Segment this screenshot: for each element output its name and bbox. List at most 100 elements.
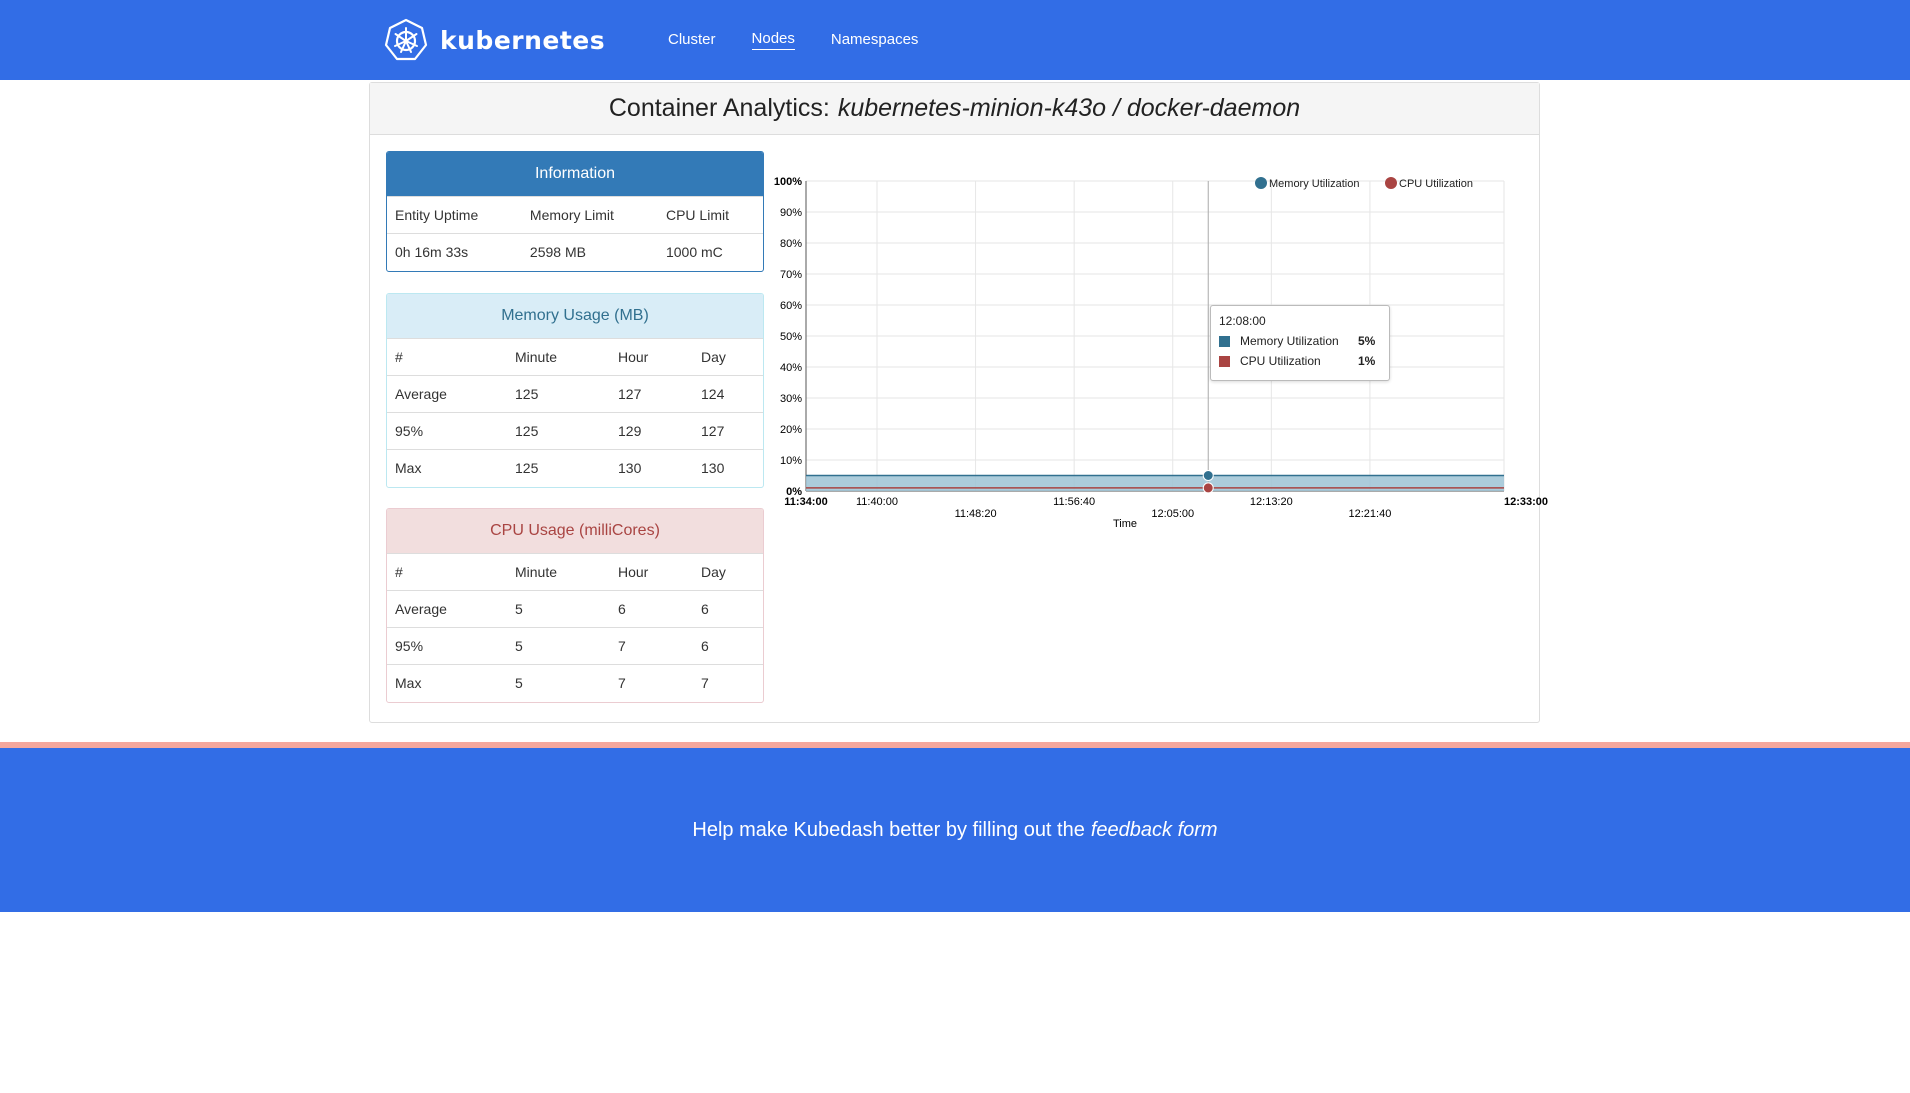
table-row: Entity Uptime Memory Limit CPU Limit bbox=[387, 196, 763, 234]
title-prefix: Container Analytics: bbox=[608, 94, 830, 122]
title-entity: kubernetes-minion-k43o / docker-daemon bbox=[837, 94, 1301, 122]
table-cell: 5 bbox=[507, 590, 610, 628]
brand[interactable]: kubernetes bbox=[384, 18, 605, 62]
table-cell: 130 bbox=[693, 449, 763, 487]
cpu-swatch-icon bbox=[1219, 355, 1230, 367]
table-row: 0h 16m 33s 2598 MB 1000 mC bbox=[387, 233, 763, 271]
y-tick-label: 40% bbox=[780, 362, 802, 374]
cpu-usage-heading: CPU Usage (milliCores) bbox=[387, 509, 763, 553]
table-cell: 1000 mC bbox=[657, 233, 763, 271]
utilization-chart[interactable]: 0% 10% 20% 30% 40% 50% 60% 70% 80% 90% 100% 11:34:0… bbox=[763, 149, 1548, 549]
x-axis-label: Time bbox=[1113, 518, 1137, 530]
table-cell: 6 bbox=[610, 590, 693, 628]
page-title: Container Analytics: kubernetes-minion-k… bbox=[370, 83, 1539, 135]
y-tick-label: 50% bbox=[780, 331, 802, 343]
x-tick-label: 12:33:00 bbox=[1504, 496, 1548, 508]
series-area-memory bbox=[806, 475, 1504, 491]
table-cell: Average bbox=[387, 590, 507, 628]
information-heading: Information bbox=[387, 152, 763, 196]
feedback-form-link[interactable]: feedback form bbox=[1091, 819, 1218, 842]
tooltip-time: 12:08:00 bbox=[1219, 314, 1266, 328]
table-header-cell: Day bbox=[693, 338, 763, 376]
table-header-cell: Memory Limit bbox=[521, 196, 658, 234]
y-tick-label: 80% bbox=[780, 238, 802, 250]
table-cell: 130 bbox=[610, 449, 693, 487]
cpu-usage-table: CPU Usage (milliCores) # Minute Hour Day… bbox=[386, 508, 764, 703]
table-row: Max 125 130 130 bbox=[387, 449, 763, 487]
table-cell: 6 bbox=[693, 627, 763, 665]
y-tick-label: 10% bbox=[780, 455, 802, 467]
x-tick-label: 11:34:00 bbox=[784, 496, 827, 508]
tooltip-series-name: Memory Utilization bbox=[1240, 334, 1339, 348]
memory-swatch-icon bbox=[1219, 335, 1230, 347]
utilization-chart-svg[interactable]: 0%10%20%30%40%50%60%70%80%90%100%11:34:0… bbox=[763, 149, 1548, 549]
kubernetes-logo-icon bbox=[384, 18, 428, 61]
x-tick-label: 12:21:40 bbox=[1349, 508, 1392, 520]
x-tick-label: 12:05:00 bbox=[1151, 508, 1194, 520]
memory-usage-heading: Memory Usage (MB) bbox=[387, 294, 763, 338]
table-cell: Average bbox=[387, 375, 507, 413]
legend-dot-icon bbox=[1255, 177, 1267, 189]
table-row: Average 5 6 6 bbox=[387, 590, 763, 628]
nav-links: Cluster Nodes Namespaces bbox=[668, 0, 954, 80]
table-row: # Minute Hour Day bbox=[387, 553, 763, 591]
nav-link-nodes[interactable]: Nodes bbox=[751, 30, 795, 50]
tooltip-row: CPU Utilization 1% bbox=[1219, 354, 1381, 368]
x-tick-label: 11:48:20 bbox=[955, 508, 997, 520]
table-cell: 2598 MB bbox=[521, 233, 658, 271]
table-cell: 125 bbox=[507, 375, 610, 413]
table-header-cell: # bbox=[387, 338, 507, 376]
table-cell: 129 bbox=[610, 412, 693, 450]
y-tick-label: 70% bbox=[780, 269, 802, 281]
table-cell: Max bbox=[387, 664, 507, 702]
table-header-cell: Day bbox=[693, 553, 763, 591]
x-tick-label: 11:56:40 bbox=[1053, 496, 1095, 508]
table-cell: 127 bbox=[693, 412, 763, 450]
nav-link-cluster[interactable]: Cluster bbox=[668, 31, 716, 50]
table-header-cell: # bbox=[387, 553, 507, 591]
table-cell: 127 bbox=[610, 375, 693, 413]
table-cell: 7 bbox=[610, 664, 693, 702]
information-table: Information Entity Uptime Memory Limit C… bbox=[386, 151, 764, 272]
table-cell: 6 bbox=[693, 590, 763, 628]
nav-link-namespaces[interactable]: Namespaces bbox=[831, 31, 919, 50]
legend-dot-icon bbox=[1385, 177, 1397, 189]
table-cell: 125 bbox=[507, 412, 610, 450]
y-tick-label: 100% bbox=[774, 176, 802, 188]
table-cell: 5 bbox=[507, 664, 610, 702]
table-cell: 124 bbox=[693, 375, 763, 413]
top-navbar: kubernetes Cluster Nodes Namespaces bbox=[0, 0, 1910, 80]
hover-point-cpu bbox=[1202, 482, 1214, 494]
table-cell: 95% bbox=[387, 412, 507, 450]
chart-tooltip: 12:08:00 Memory Utilization 5% CPU Utili… bbox=[1210, 305, 1390, 381]
tooltip-series-value: 5% bbox=[1358, 334, 1376, 348]
table-row: 95% 5 7 6 bbox=[387, 627, 763, 665]
table-row: Average 125 127 124 bbox=[387, 375, 763, 413]
table-cell: 0h 16m 33s bbox=[387, 233, 522, 271]
footer: Help make Kubedash better by filling out… bbox=[0, 748, 1910, 912]
table-header-cell: Minute bbox=[507, 338, 610, 376]
x-tick-label: 11:40:00 bbox=[856, 496, 898, 508]
table-header-cell: Entity Uptime bbox=[387, 196, 522, 234]
y-tick-label: 20% bbox=[780, 424, 802, 436]
table-cell: 7 bbox=[693, 664, 763, 702]
tooltip-series-name: CPU Utilization bbox=[1240, 354, 1321, 368]
hover-point-memory bbox=[1202, 470, 1214, 481]
tooltip-series-value: 1% bbox=[1358, 354, 1376, 368]
table-cell: Max bbox=[387, 449, 507, 487]
table-header-cell: Hour bbox=[610, 338, 693, 376]
table-header-cell: Minute bbox=[507, 553, 610, 591]
table-cell: 95% bbox=[387, 627, 507, 665]
table-row: # Minute Hour Day bbox=[387, 338, 763, 376]
y-tick-label: 60% bbox=[780, 300, 802, 312]
y-tick-label: 90% bbox=[780, 207, 802, 219]
memory-usage-table: Memory Usage (MB) # Minute Hour Day Aver… bbox=[386, 293, 764, 488]
y-tick-label: 30% bbox=[780, 393, 802, 405]
table-cell: 125 bbox=[507, 449, 610, 487]
table-row: Max 5 7 7 bbox=[387, 664, 763, 702]
table-header-cell: CPU Limit bbox=[657, 196, 763, 234]
legend-label: CPU Utilization bbox=[1399, 178, 1473, 190]
tooltip-row: Memory Utilization 5% bbox=[1219, 334, 1381, 348]
table-cell: 7 bbox=[610, 627, 693, 665]
footer-text: Help make Kubedash better by filling out… bbox=[692, 818, 1085, 841]
